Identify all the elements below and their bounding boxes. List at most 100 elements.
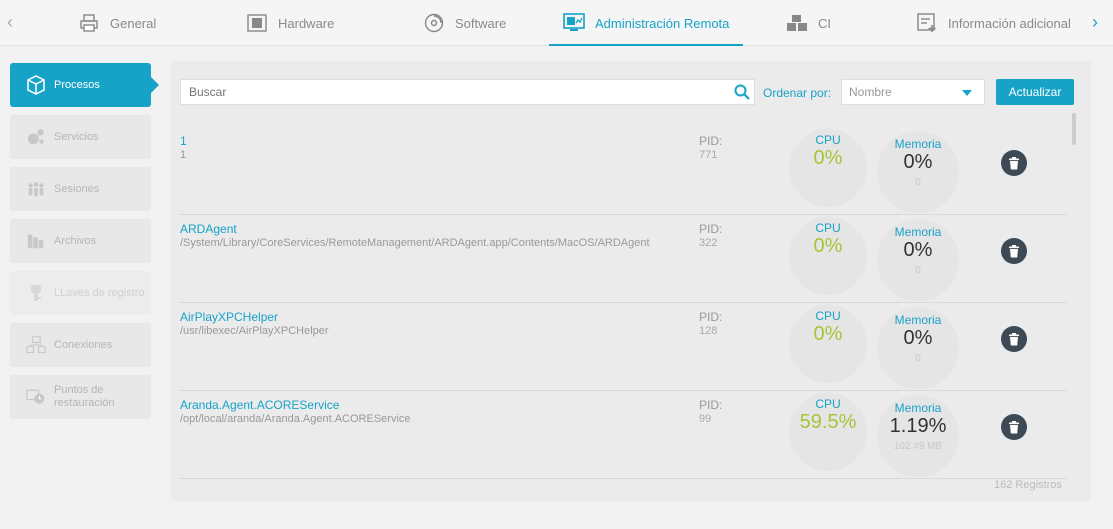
memory-label: Memoria: [894, 401, 942, 415]
tab-software[interactable]: Software: [423, 0, 506, 46]
cpu-label: CPU: [815, 221, 841, 235]
sidebar-item-label: Conexiones: [54, 338, 113, 351]
add-note-icon: [916, 12, 938, 34]
cpu-label: CPU: [815, 133, 841, 147]
search-icon[interactable]: [734, 84, 750, 100]
process-name[interactable]: Aranda.Agent.ACOREService: [180, 398, 339, 412]
sidebar-item-label: Procesos: [54, 78, 100, 91]
tab-label: Software: [455, 15, 507, 31]
pid-value: 99: [699, 413, 712, 425]
network-icon: [26, 335, 46, 355]
pid-label: PID:: [699, 222, 723, 236]
process-path: /System/Library/CoreServices/RemoteManag…: [180, 237, 650, 249]
cpu-label: CPU: [815, 309, 841, 323]
refresh-button[interactable]: Actualizar: [996, 79, 1074, 105]
memory-label: Memoria: [894, 225, 942, 239]
cpu-gauge: CPU 0%: [789, 305, 867, 383]
trash-icon: [1009, 244, 1019, 257]
sidebar-item-puntos-de-restauracion[interactable]: Puntos de restauración: [10, 375, 151, 419]
cpu-gauge: CPU 59.5%: [789, 393, 867, 471]
trash-icon: [1009, 156, 1019, 169]
sidebar-item-llaves-de-registro[interactable]: LLaves de registro: [10, 271, 151, 315]
pid-value: 771: [699, 149, 718, 161]
memory-gauge: Memoria 0% 0: [877, 131, 959, 213]
memory-value: 0%: [903, 151, 933, 173]
sidebar-item-procesos[interactable]: Procesos: [10, 63, 159, 107]
tab-general[interactable]: General: [78, 0, 156, 46]
tabs-next-arrow-icon[interactable]: ›: [1085, 10, 1105, 34]
pid-label: PID:: [699, 398, 723, 412]
pid-value: 322: [699, 237, 718, 249]
process-row: Aranda.Agent.ACOREService /opt/local/ara…: [180, 391, 1067, 479]
sidebar-item-conexiones[interactable]: Conexiones: [10, 323, 151, 367]
sidebar-item-label: LLaves de registro: [54, 286, 145, 299]
cpu-value: 0%: [813, 323, 843, 345]
order-by-label: Ordenar por:: [763, 86, 832, 100]
sidebar-item-archivos[interactable]: Archivos: [10, 219, 151, 263]
memory-value: 0%: [903, 239, 933, 261]
process-row: AirPlayXPCHelper /usr/libexec/AirPlayXPC…: [180, 303, 1067, 391]
trash-icon: [1009, 332, 1019, 345]
processes-panel: Ordenar por: Nombre Actualizar 1 1 PID: …: [171, 61, 1091, 501]
process-row: ARDAgent /System/Library/CoreServices/Re…: [180, 215, 1067, 303]
disc-icon: [423, 12, 445, 34]
sidebar-item-label: Servicios: [54, 130, 99, 143]
memory-value: 0%: [903, 327, 933, 349]
chevron-down-icon: [962, 90, 972, 96]
chip-icon: [246, 12, 268, 34]
tab-administracion-remota[interactable]: Administración Remota: [549, 0, 744, 46]
process-path: /usr/libexec/AirPlayXPCHelper: [180, 325, 329, 337]
sidebar-item-sesiones[interactable]: Sesiones: [10, 167, 151, 211]
memory-label: Memoria: [894, 137, 942, 151]
scrollbar-thumb[interactable]: [1072, 113, 1076, 145]
process-path: /opt/local/aranda/Aranda.Agent.ACOREServ…: [180, 413, 411, 425]
sidebar: Procesos Servicios Sesiones Archivos LLa…: [10, 63, 159, 427]
tab-informacion-adicional[interactable]: Información adicional: [916, 0, 1071, 46]
memory-size: 0: [915, 265, 921, 276]
users-icon: [26, 179, 46, 199]
process-list: 1 1 PID: 771 CPU 0% Memoria 0% 0 ARDAgen…: [180, 127, 1067, 479]
boxes-icon: [786, 12, 808, 34]
search-input[interactable]: [181, 80, 726, 104]
pid-label: PID:: [699, 310, 723, 324]
delete-process-button[interactable]: [1001, 150, 1027, 176]
sidebar-item-label: Archivos: [54, 234, 97, 247]
memory-gauge: Memoria 0% 0: [877, 307, 959, 389]
process-name[interactable]: ARDAgent: [180, 222, 237, 236]
sidebar-item-label-line1: Puntos de: [54, 384, 104, 396]
delete-process-button[interactable]: [1001, 238, 1027, 264]
order-by-value: Nombre: [849, 85, 892, 99]
process-name[interactable]: AirPlayXPCHelper: [180, 310, 278, 324]
sidebar-item-servicios[interactable]: Servicios: [10, 115, 151, 159]
sidebar-item-label-line2: restauración: [54, 397, 115, 409]
trash-icon: [1009, 420, 1019, 433]
delete-process-button[interactable]: [1001, 326, 1027, 352]
tabs-prev-arrow-icon[interactable]: ‹: [0, 10, 20, 34]
printer-icon: [78, 12, 100, 34]
tab-label: Administración Remota: [595, 15, 730, 31]
pid-value: 128: [699, 325, 718, 337]
delete-process-button[interactable]: [1001, 414, 1027, 440]
cpu-gauge: CPU 0%: [789, 129, 867, 207]
cpu-label: CPU: [815, 397, 841, 411]
tab-label: General: [110, 15, 157, 31]
process-name[interactable]: 1: [180, 134, 187, 148]
memory-size: 0: [915, 353, 921, 364]
tab-ci[interactable]: CI: [786, 0, 831, 46]
memory-label: Memoria: [894, 313, 942, 327]
pid-label: PID:: [699, 134, 723, 148]
monitor-icon: [563, 12, 585, 34]
memory-gauge: Memoria 0% 0: [877, 219, 959, 301]
tab-label: CI: [818, 15, 831, 31]
order-by-select[interactable]: Nombre: [841, 79, 985, 105]
memory-size: 102.49 MB: [893, 441, 943, 452]
tab-label: Hardware: [278, 15, 335, 31]
sidebar-item-label: Puntos de restauración: [54, 384, 115, 410]
tab-hardware[interactable]: Hardware: [246, 0, 334, 46]
search-box: [180, 79, 755, 105]
tab-label: Información adicional: [948, 15, 1071, 31]
key-icon: [26, 283, 46, 303]
cpu-value: 0%: [813, 147, 843, 169]
memory-value: 1.19%: [889, 415, 947, 437]
process-row: 1 1 PID: 771 CPU 0% Memoria 0% 0: [180, 127, 1067, 215]
